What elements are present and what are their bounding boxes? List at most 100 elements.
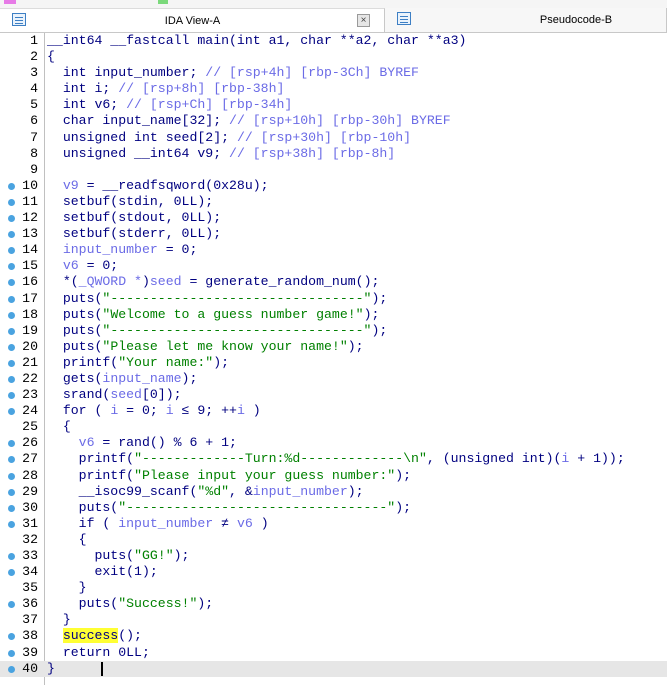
- code-line[interactable]: 11 setbuf(stdin, 0LL);: [0, 194, 667, 210]
- close-icon[interactable]: ×: [357, 14, 370, 27]
- code-line[interactable]: 8 unsigned __int64 v9; // [rsp+38h] [rbp…: [0, 146, 667, 162]
- code-token: );: [213, 354, 230, 370]
- line-number: 22: [22, 370, 38, 386]
- breakpoint-dot-icon[interactable]: [8, 665, 15, 673]
- code-token: ();: [118, 628, 142, 644]
- line-number: 35: [22, 580, 38, 596]
- breakpoint-dot-icon[interactable]: [8, 504, 15, 512]
- code-line[interactable]: 4 int i; // [rsp+8h] [rbp-38h]: [0, 81, 667, 97]
- breakpoint-dot-icon[interactable]: [8, 456, 15, 464]
- code-token: printf(: [47, 354, 119, 370]
- breakpoint-dot-icon[interactable]: [8, 569, 15, 577]
- code-line[interactable]: 34 exit(1);: [0, 564, 667, 580]
- breakpoint-dot-icon[interactable]: [8, 359, 15, 367]
- code-token: i: [165, 403, 174, 419]
- code-text: puts("--------------------------------")…: [47, 323, 388, 339]
- code-text: setbuf(stderr, 0LL);: [47, 226, 221, 242]
- breakpoint-dot-icon[interactable]: [8, 488, 15, 496]
- code-line[interactable]: 15 v6 = 0;: [0, 258, 667, 274]
- code-line[interactable]: 29 __isoc99_scanf("%d", &input_number);: [0, 484, 667, 500]
- breakpoint-dot-icon[interactable]: [8, 343, 15, 351]
- line-number: 33: [22, 548, 38, 563]
- breakpoint-dot-icon[interactable]: [8, 472, 15, 480]
- code-line[interactable]: 33 puts("GG!");: [0, 548, 667, 564]
- breakpoint-dot-icon[interactable]: [8, 408, 15, 416]
- code-token: puts(: [47, 596, 119, 612]
- code-line[interactable]: 24 for ( i = 0; i ≤ 9; ++i ): [0, 403, 667, 419]
- pseudocode-view[interactable]: 1 __int64 __fastcall main(int a1, char **…: [0, 33, 667, 685]
- breakpoint-dot-icon[interactable]: [8, 279, 15, 287]
- code-line[interactable]: 1 __int64 __fastcall main(int a1, char **…: [0, 33, 667, 49]
- code-line[interactable]: 30 puts("-------------------------------…: [0, 500, 667, 516]
- breakpoint-dot-icon[interactable]: [8, 247, 15, 255]
- code-line[interactable]: 2{: [0, 49, 667, 65]
- breakpoint-dot-icon[interactable]: [8, 198, 15, 206]
- code-line[interactable]: 14 input_number = 0;: [0, 242, 667, 258]
- tab-ida-view-a[interactable]: IDA View-A ×: [0, 8, 385, 32]
- code-line[interactable]: 39 return 0LL;: [0, 645, 667, 661]
- code-line[interactable]: 12 setbuf(stdout, 0LL);: [0, 210, 667, 226]
- code-line[interactable]: 27 printf("-------------Turn:%d---------…: [0, 451, 667, 467]
- breakpoint-dot-icon[interactable]: [8, 440, 15, 448]
- code-line[interactable]: 37 }: [0, 612, 667, 628]
- code-line[interactable]: 31 if ( input_number ≠ v6 ): [0, 516, 667, 532]
- breakpoint-dot-icon[interactable]: [8, 649, 15, 657]
- code-token: "GG!": [134, 548, 174, 563]
- code-line[interactable]: 10 v9 = __readfsqword(0x28u);: [0, 178, 667, 194]
- line-number: 25: [22, 419, 38, 435]
- code-line[interactable]: 40}: [0, 660, 667, 677]
- code-line[interactable]: 25 {: [0, 419, 667, 435]
- code-line[interactable]: 18 puts("Welcome to a guess number game!…: [0, 307, 667, 323]
- line-number: 21: [22, 354, 38, 370]
- code-line[interactable]: 28 printf("Please input your guess numbe…: [0, 468, 667, 484]
- line-number: 18: [22, 306, 38, 322]
- code-token: );: [197, 596, 214, 612]
- breakpoint-dot-icon[interactable]: [8, 215, 15, 223]
- code-line[interactable]: 36 puts("Success!");: [0, 596, 667, 612]
- code-token: }: [47, 612, 71, 628]
- breakpoint-dot-icon[interactable]: [8, 182, 15, 190]
- code-line[interactable]: 32 {: [0, 532, 667, 548]
- code-token: // [rsp+38h] [rbp-8h]: [229, 145, 396, 161]
- breakpoint-dot-icon[interactable]: [8, 327, 15, 335]
- toolbar-fragment: [158, 0, 168, 4]
- code-line[interactable]: 3 int input_number; // [rsp+4h] [rbp-3Ch…: [0, 65, 667, 81]
- code-line[interactable]: 9: [0, 162, 667, 178]
- breakpoint-dot-icon[interactable]: [8, 553, 15, 560]
- code-token: , (unsigned int)(: [426, 451, 562, 467]
- code-line[interactable]: 5 int v6; // [rsp+Ch] [rbp-34h]: [0, 97, 667, 113]
- code-line[interactable]: 23 srand(seed[0]);: [0, 387, 667, 403]
- code-token: exit(1);: [47, 564, 158, 580]
- breakpoint-dot-icon[interactable]: [8, 295, 15, 303]
- code-line[interactable]: 17 puts("-------------------------------…: [0, 291, 667, 307]
- code-line[interactable]: 7 unsigned int seed[2]; // [rsp+30h] [rb…: [0, 130, 667, 146]
- code-line[interactable]: 13 setbuf(stderr, 0LL);: [0, 226, 667, 242]
- code-token: puts(: [47, 338, 103, 354]
- breakpoint-dot-icon[interactable]: [8, 263, 15, 271]
- code-line[interactable]: 19 puts("-------------------------------…: [0, 323, 667, 339]
- highlighted-symbol[interactable]: success: [62, 628, 119, 644]
- code-token: "-------------Turn:%d-------------\n": [134, 451, 427, 467]
- code-text: {: [47, 49, 55, 65]
- code-text: {: [47, 419, 71, 435]
- breakpoint-dot-icon[interactable]: [8, 311, 15, 319]
- code-line[interactable]: 6 char input_name[32]; // [rsp+10h] [rbp…: [0, 113, 667, 129]
- breakpoint-dot-icon[interactable]: [8, 392, 15, 400]
- pseudocode-window-icon: [397, 12, 411, 25]
- breakpoint-dot-icon[interactable]: [8, 231, 15, 239]
- code-line[interactable]: 22 gets(input_name);: [0, 371, 667, 387]
- code-token: ): [252, 515, 269, 531]
- code-line[interactable]: 16 *(_QWORD *)seed = generate_random_num…: [0, 274, 667, 290]
- code-line[interactable]: 20 puts("Please let me know your name!")…: [0, 339, 667, 355]
- code-line[interactable]: 26 v6 = rand() % 6 + 1;: [0, 435, 667, 451]
- code-line[interactable]: 38 success();: [0, 628, 667, 644]
- code-line[interactable]: 35 }: [0, 580, 667, 596]
- code-line[interactable]: 21 printf("Your name:");: [0, 355, 667, 371]
- tab-pseudocode-b[interactable]: Pseudocode-B: [385, 8, 667, 32]
- breakpoint-dot-icon[interactable]: [8, 601, 15, 609]
- breakpoint-dot-icon[interactable]: [8, 375, 15, 383]
- breakpoint-dot-icon[interactable]: [8, 520, 15, 528]
- breakpoint-dot-icon[interactable]: [8, 633, 15, 641]
- line-number: 23: [22, 387, 38, 403]
- code-token: printf(: [47, 467, 135, 483]
